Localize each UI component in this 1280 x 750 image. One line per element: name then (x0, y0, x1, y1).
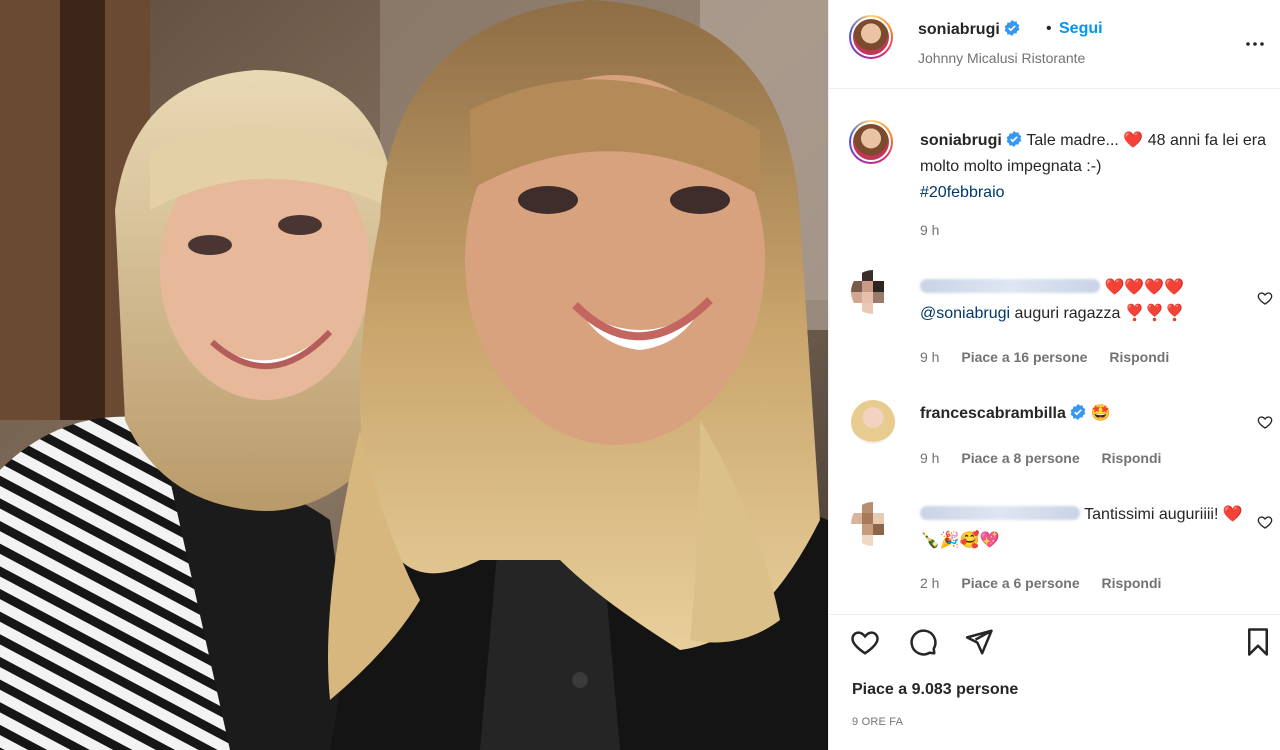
more-options-icon[interactable] (1243, 32, 1267, 56)
heart-icon[interactable] (850, 627, 880, 657)
post-photo[interactable] (0, 0, 828, 750)
post-actions-bar (829, 614, 1280, 666)
comment-body: Tantissimi auguriiii! ❤️🍾🎉🥰💖 (920, 502, 1250, 554)
verified-badge-icon (1004, 20, 1020, 36)
caption-author-avatar[interactable] (849, 120, 893, 164)
comment-likes[interactable]: Piace a 8 persone (961, 450, 1079, 466)
comment-trailing-emojis: ❣️❣️❣️ (1124, 305, 1185, 322)
comment-username[interactable]: francescabrambilla (920, 405, 1066, 422)
comment-meta: 9 h Piace a 16 persone Rispondi (920, 349, 1187, 365)
commenter-avatar[interactable] (851, 400, 895, 444)
caption-time[interactable]: 9 h (920, 222, 939, 238)
comment-likes[interactable]: Piace a 16 persone (961, 349, 1087, 365)
bookmark-icon[interactable] (1243, 627, 1273, 657)
comment-time[interactable]: 9 h (920, 450, 939, 466)
comment-text: auguri ragazza (1014, 305, 1121, 322)
post-location[interactable]: Johnny Micalusi Ristorante (918, 50, 1085, 66)
verified-badge-icon (1071, 404, 1086, 420)
post-sidebar: soniabrugi • Segui Johnny Micalusi Risto… (828, 0, 1280, 750)
reply-button[interactable]: Rispondi (1102, 450, 1162, 466)
header-separator: • (1046, 20, 1052, 37)
likes-count[interactable]: Piace a 9.083 persone (852, 681, 1018, 699)
comment-text: Tantissimi auguriiii! (1084, 506, 1219, 523)
comment-time[interactable]: 9 h (920, 349, 939, 365)
verified-badge-icon (1006, 131, 1022, 147)
reply-button[interactable]: Rispondi (1102, 575, 1162, 591)
caption-text-start: Tale madre... (1026, 132, 1119, 149)
comment-time[interactable]: 2 h (920, 575, 939, 591)
comment-body: ❤️❤️❤️❤️ @soniabrugi auguri ragazza ❣️❣️… (920, 275, 1250, 327)
heart-outline-icon[interactable] (1257, 514, 1273, 530)
selfie-image (0, 0, 828, 750)
caption-text: soniabrugi Tale madre... ❤️ 48 anni fa l… (920, 128, 1270, 206)
caption-username[interactable]: soniabrugi (920, 132, 1002, 149)
comment-avatar-blurred[interactable] (851, 270, 895, 314)
comment-meta: 9 h Piace a 8 persone Rispondi (920, 450, 1179, 466)
reply-button[interactable]: Rispondi (1109, 349, 1169, 365)
hidden-username[interactable] (920, 506, 1080, 520)
comment-bubble-icon[interactable] (908, 627, 938, 657)
comment-avatar-blurred[interactable] (851, 502, 895, 546)
comment-mention[interactable]: @soniabrugi (920, 305, 1010, 322)
paper-plane-icon[interactable] (964, 627, 994, 657)
follow-button[interactable]: Segui (1059, 20, 1103, 38)
comment-emojis: 🤩 (1090, 405, 1111, 422)
caption-hashtag[interactable]: #20febbraio (920, 184, 1005, 201)
caption-heart-emoji: ❤️ (1123, 132, 1144, 149)
heart-outline-icon[interactable] (1257, 414, 1273, 430)
comment-likes[interactable]: Piace a 6 persone (961, 575, 1079, 591)
comment-meta: 2 h Piace a 6 persone Rispondi (920, 575, 1179, 591)
hidden-username[interactable] (920, 279, 1100, 293)
author-username-text[interactable]: soniabrugi (918, 21, 1000, 38)
post-date[interactable]: 9 ORE FA (852, 716, 903, 728)
post-header: soniabrugi • Segui Johnny Micalusi Risto… (829, 0, 1280, 89)
heart-outline-icon[interactable] (1257, 290, 1273, 306)
comment-body: francescabrambilla 🤩 (920, 401, 1250, 427)
comment-emojis: ❤️❤️❤️❤️ (1104, 279, 1185, 296)
author-username[interactable]: soniabrugi (918, 20, 1020, 39)
author-avatar[interactable] (849, 15, 893, 59)
